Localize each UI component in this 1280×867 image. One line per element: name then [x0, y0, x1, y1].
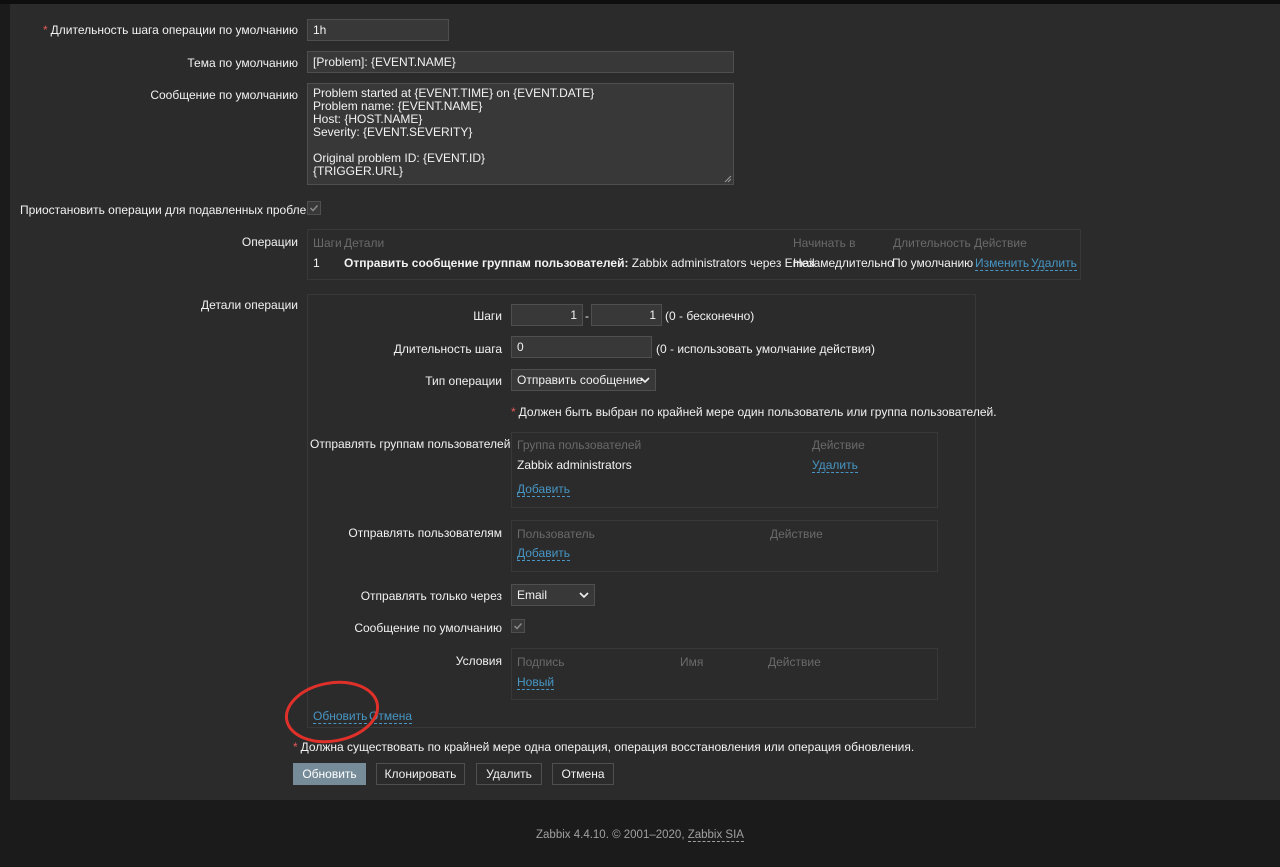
op-remove-link[interactable]: Удалить: [1031, 256, 1077, 271]
add-user-link[interactable]: Добавить: [517, 546, 571, 561]
op-details-rest: Zabbix administrators через Email: [628, 256, 815, 270]
checkmark-icon: [513, 622, 523, 630]
update-button[interactable]: Обновить: [293, 763, 366, 785]
operation-type-label: Тип операции: [425, 374, 502, 388]
op-default-message-checkbox[interactable]: [511, 619, 525, 633]
delete-button[interactable]: Удалить: [476, 763, 542, 785]
col-condition-action: Действие: [768, 655, 821, 669]
group-row-name: Zabbix administrators: [517, 458, 632, 472]
operation-required-warning-text: Должна существовать по крайней мере одна…: [300, 740, 915, 754]
col-start-in: Начинать в: [793, 236, 856, 250]
footer-company-link[interactable]: Zabbix SIA: [687, 829, 744, 842]
col-user-group: Группа пользователей: [517, 438, 642, 452]
op-details-bold: Отправить сообщение группам пользователе…: [344, 256, 629, 270]
op-default-message-label: Сообщение по умолчанию: [354, 621, 502, 635]
col-user-action: Действие: [770, 527, 823, 541]
default-step-duration-label-text: Длительность шага операции по умолчанию: [50, 23, 298, 37]
required-marker: *: [511, 405, 516, 419]
operations-label: Операции: [241, 235, 298, 249]
step-duration-input[interactable]: 0: [511, 336, 652, 358]
default-message-textarea[interactable]: Problem started at {EVENT.TIME} on {EVEN…: [307, 83, 734, 185]
col-group-action: Действие: [812, 438, 865, 452]
op-edit-link[interactable]: Изменить: [975, 256, 1030, 271]
recipient-warning-text: Должен быть выбран по крайней мере один …: [518, 405, 997, 419]
footer-text: Zabbix 4.4.10. © 2001–2020,: [536, 829, 688, 841]
pause-suppressed-checkbox[interactable]: [307, 201, 321, 215]
default-subject-input[interactable]: [Problem]: {EVENT.NAME}: [307, 51, 734, 73]
cancel-button[interactable]: Отмена: [552, 763, 614, 785]
message-line: Severity: {EVENT.SEVERITY}: [313, 125, 473, 139]
col-details: Детали: [344, 236, 385, 250]
footer: Zabbix 4.4.10. © 2001–2020, Zabbix SIA: [0, 829, 1280, 842]
conditions-table: [511, 648, 938, 700]
new-condition-link[interactable]: Новый: [517, 675, 555, 690]
col-steps: Шаги: [313, 236, 342, 250]
col-condition-name: Имя: [680, 655, 704, 669]
col-user: Пользователь: [517, 527, 595, 541]
operation-type-select[interactable]: Отправить сообщение: [511, 369, 656, 391]
pause-suppressed-label: Приостановить операции для подавленных п…: [20, 203, 315, 217]
step-duration-label: Длительность шага: [393, 342, 502, 356]
required-marker: *: [42, 23, 48, 37]
operation-required-warning: * Должна существовать по крайней мере одн…: [293, 740, 914, 754]
col-action: Действие: [974, 236, 1027, 250]
chevron-down-icon: [640, 377, 650, 384]
group-remove-link[interactable]: Удалить: [812, 458, 858, 473]
steps-separator: -: [585, 309, 589, 323]
op-row-duration: По умолчанию: [892, 256, 974, 270]
conditions-label: Условия: [455, 654, 502, 668]
recipient-warning: * Должен быть выбран по крайней мере один…: [511, 405, 997, 419]
send-to-groups-label: Отправлять группам пользователей: [310, 437, 511, 451]
default-step-duration-label: * Длительность шага операции по умолчанию: [20, 23, 298, 37]
resize-handle-icon[interactable]: [724, 175, 732, 183]
annotation-circle: [284, 680, 380, 744]
required-marker: *: [293, 740, 298, 754]
step-duration-hint: (0 - использовать умолчание действия): [656, 342, 875, 356]
operation-details-label: Детали операции: [201, 298, 298, 312]
steps-hint: (0 - бесконечно): [665, 309, 755, 323]
chevron-down-icon: [579, 592, 589, 599]
op-row-steps: 1: [313, 256, 320, 270]
col-condition-label: Подпись: [517, 655, 565, 669]
default-message-label: Сообщение по умолчанию: [150, 88, 298, 102]
default-subject-label: Тема по умолчанию: [187, 56, 298, 70]
steps-label: Шаги: [473, 309, 502, 323]
operation-type-value: Отправить сообщение: [517, 373, 643, 387]
add-group-link[interactable]: Добавить: [517, 482, 571, 497]
steps-to-input[interactable]: 1: [591, 304, 662, 326]
send-to-users-label: Отправлять пользователям: [348, 526, 502, 540]
checkmark-icon: [309, 204, 319, 212]
send-only-to-select[interactable]: Email: [511, 584, 595, 606]
col-duration: Длительность: [893, 236, 971, 250]
message-line: {TRIGGER.URL}: [313, 164, 404, 178]
send-only-to-label: Отправлять только через: [360, 589, 502, 603]
send-only-to-value: Email: [517, 588, 548, 602]
op-row-start-in: Незамедлительно: [793, 256, 894, 270]
clone-button[interactable]: Клонировать: [376, 763, 465, 785]
op-row-details: Отправить сообщение группам пользователе…: [344, 256, 815, 270]
default-step-duration-input[interactable]: 1h: [307, 19, 449, 41]
steps-from-input[interactable]: 1: [511, 304, 583, 326]
